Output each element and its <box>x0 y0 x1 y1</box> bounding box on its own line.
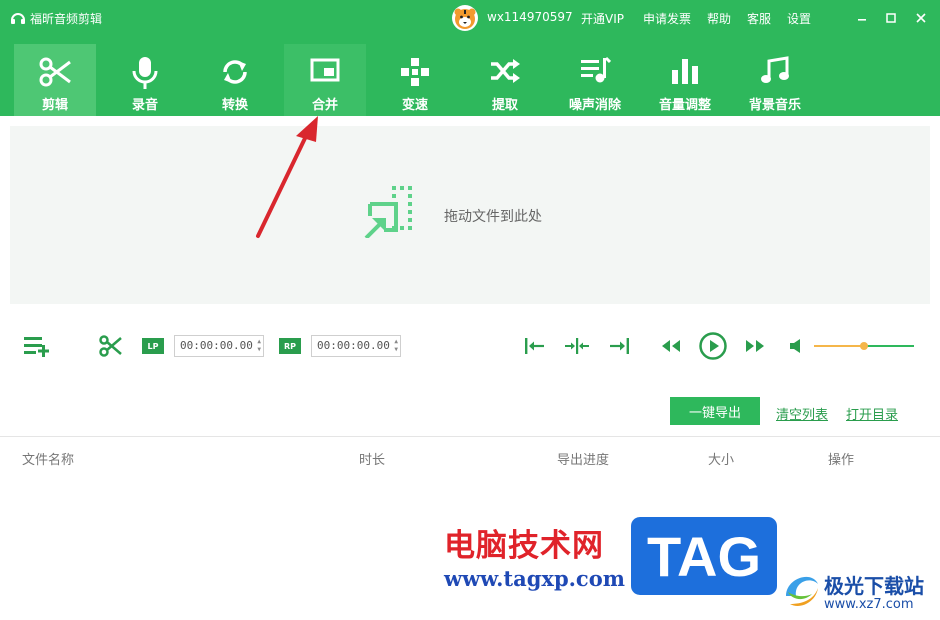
center-marker-icon <box>565 338 589 354</box>
export-all-button[interactable]: 一键导出 <box>670 397 760 425</box>
tool-label: 剪辑 <box>41 98 68 113</box>
column-export-progress: 导出进度 <box>557 453 610 468</box>
rp-time-input[interactable]: 00:00:00.00 ▲ ▼ <box>311 335 401 357</box>
tool-record[interactable]: 录音 <box>104 44 186 116</box>
lp-marker-label: LP <box>142 338 164 354</box>
noise-removal-icon <box>581 56 611 83</box>
lp-time-input[interactable]: 00:00:00.00 ▲ ▼ <box>174 335 264 357</box>
file-drop-zone[interactable]: 拖动文件到此处 <box>10 126 930 304</box>
rp-time-value: 00:00:00.00 <box>317 339 390 352</box>
tool-noise-removal[interactable]: 噪声消除 <box>554 44 636 116</box>
fast-forward-button[interactable] <box>744 337 766 358</box>
drop-hint-text: 拖动文件到此处 <box>444 209 542 225</box>
volume-knob[interactable] <box>860 342 868 350</box>
tool-merge[interactable]: 合并 <box>284 44 366 116</box>
tool-label: 音量调整 <box>658 98 711 113</box>
tiger-avatar-icon <box>454 8 476 29</box>
go-to-center-button[interactable] <box>564 336 590 359</box>
column-duration: 时长 <box>359 453 386 468</box>
volume-fill <box>814 345 864 347</box>
user-id: wx114970597 <box>487 10 573 24</box>
volume-slider[interactable] <box>814 342 914 350</box>
function-toolbar: 剪辑 录音 转换 合并 变速 提取 噪声消除 音量调整 背景音乐 <box>0 36 940 116</box>
service-link[interactable]: 客服 <box>747 10 771 27</box>
convert-icon <box>223 60 247 84</box>
speed-icon <box>401 58 429 86</box>
close-icon <box>916 13 926 23</box>
merge-icon <box>310 58 340 82</box>
rp-marker-label: RP <box>279 338 301 354</box>
cut-button[interactable] <box>98 334 124 361</box>
lp-time-spinner[interactable]: ▲ ▼ <box>257 338 261 354</box>
title-bar: 福昕音频剪辑 wx114970597 开通VIP 申请发票 帮助 客服 设置 <box>0 0 940 36</box>
volume-button[interactable] <box>788 337 806 358</box>
open-directory-link[interactable]: 打开目录 <box>846 404 898 423</box>
fast-forward-icon <box>746 340 764 352</box>
column-file-name: 文件名称 <box>22 453 75 468</box>
skip-to-start-icon <box>525 338 544 354</box>
list-divider <box>0 436 940 437</box>
watermark-site-url: www.xz7.com <box>824 597 914 612</box>
speaker-icon <box>790 339 800 353</box>
microphone-icon <box>132 57 158 89</box>
minimize-button[interactable] <box>852 8 872 28</box>
add-file-button[interactable] <box>22 334 52 361</box>
tool-label: 录音 <box>131 98 158 113</box>
clear-list-link[interactable]: 清空列表 <box>776 404 828 423</box>
settings-link[interactable]: 设置 <box>787 10 811 27</box>
rp-time-spinner[interactable]: ▲ ▼ <box>394 338 398 354</box>
go-to-start-button[interactable] <box>524 336 546 359</box>
tool-cut[interactable]: 剪辑 <box>14 44 96 116</box>
help-link[interactable]: 帮助 <box>707 10 731 27</box>
watermark-url: www.tagxp.com <box>444 566 625 591</box>
vip-link[interactable]: 开通VIP <box>581 10 624 27</box>
column-size: 大小 <box>708 453 735 468</box>
tool-label: 背景音乐 <box>748 98 801 113</box>
minimize-icon <box>858 19 866 21</box>
tool-label: 变速 <box>401 98 428 113</box>
watermark-text: 电脑技术网 <box>444 528 604 564</box>
lp-time-value: 00:00:00.00 <box>180 339 253 352</box>
go-to-end-button[interactable] <box>608 336 630 359</box>
invoice-link[interactable]: 申请发票 <box>643 10 691 27</box>
tool-speed[interactable]: 变速 <box>374 44 456 116</box>
site-logo-icon <box>786 576 818 607</box>
rewind-icon <box>662 340 680 352</box>
skip-to-end-icon <box>610 338 629 354</box>
play-icon <box>699 332 727 360</box>
tool-label: 噪声消除 <box>568 98 621 113</box>
watermark-tag-logo: TAG <box>628 514 780 598</box>
extract-icon <box>491 59 520 83</box>
volume-adjust-icon <box>672 59 698 84</box>
play-button[interactable] <box>698 331 728 364</box>
music-note-icon <box>761 56 789 83</box>
scissors-icon <box>99 335 122 357</box>
tool-extract[interactable]: 提取 <box>464 44 546 116</box>
tool-volume-adjust[interactable]: 音量调整 <box>644 44 726 116</box>
tool-background-music[interactable]: 背景音乐 <box>734 44 816 116</box>
app-logo-icon <box>11 13 25 24</box>
tool-convert[interactable]: 转换 <box>194 44 276 116</box>
close-button[interactable] <box>911 8 931 28</box>
drag-drop-icon <box>364 186 412 238</box>
column-actions: 操作 <box>828 453 855 468</box>
annotation-arrow <box>256 116 318 238</box>
maximize-button[interactable] <box>881 8 901 28</box>
avatar[interactable] <box>452 5 478 31</box>
tool-label: 提取 <box>491 98 518 113</box>
maximize-icon <box>886 13 896 23</box>
add-list-icon <box>24 337 49 357</box>
rewind-button[interactable] <box>660 337 682 358</box>
watermark-site-name: 极光下载站 <box>824 574 924 598</box>
app-title: 福昕音频剪辑 <box>30 12 103 26</box>
scissors-icon <box>39 57 71 87</box>
